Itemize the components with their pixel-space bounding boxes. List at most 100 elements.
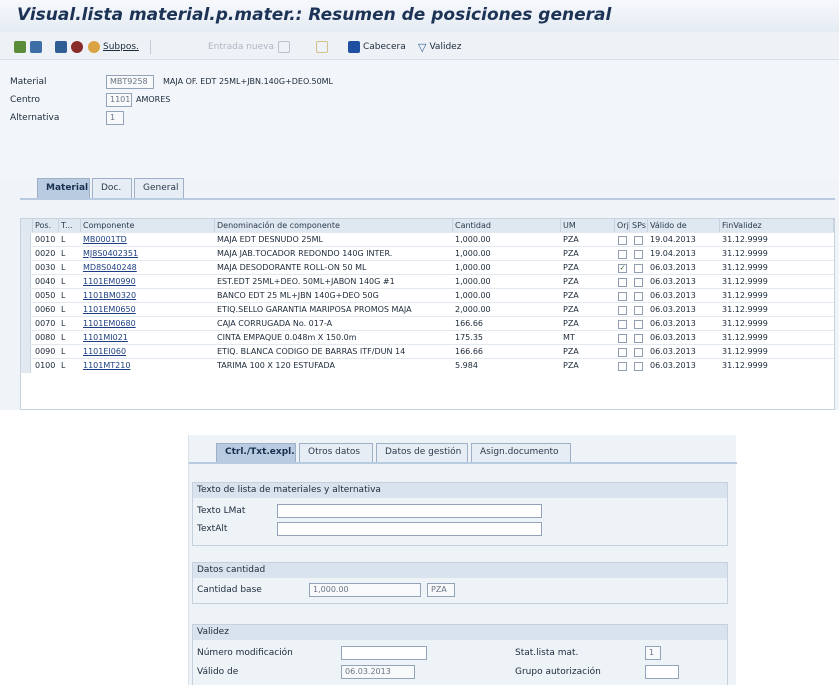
row-selector[interactable]	[21, 359, 31, 373]
sps-checkbox[interactable]	[634, 264, 643, 273]
sps-checkbox[interactable]	[634, 236, 643, 245]
material-field[interactable]: MBT9258	[106, 75, 154, 89]
sps-checkbox[interactable]	[634, 278, 643, 287]
cell-pos: 0090	[35, 347, 56, 356]
cell-component[interactable]: 1101BM0320	[81, 289, 215, 303]
cell-component[interactable]: 1101MI021	[81, 331, 215, 345]
table-row[interactable]: 0020 L MJ8S0402351 MAJA JAB.TOCADOR REDO…	[21, 246, 834, 261]
table-row[interactable]: 0060 L 1101EM0650 ETIQ.SELLO GARANTIA MA…	[21, 302, 834, 317]
cell-valid-to: 31.12.9999	[722, 291, 768, 300]
alternativa-field[interactable]: 1	[106, 111, 124, 125]
sps-checkbox[interactable]	[634, 306, 643, 315]
tab-ctrl-txt[interactable]: Ctrl./Txt.expl.	[216, 443, 296, 462]
row-selector[interactable]	[21, 275, 31, 289]
col-header-quantity[interactable]: Cantidad	[453, 219, 561, 232]
row-selector[interactable]	[21, 233, 31, 247]
table-row[interactable]: 0100 L 1101MT210 TARIMA 100 X 120 ESTUFA…	[21, 358, 834, 373]
row-selector[interactable]	[21, 261, 31, 275]
row-selector[interactable]	[21, 331, 31, 345]
row-selector[interactable]	[21, 303, 31, 317]
row-selector[interactable]	[21, 289, 31, 303]
table-row[interactable]: 0050 L 1101BM0320 BANCO EDT 25 ML+JBN 14…	[21, 288, 834, 303]
col-header-valid-to[interactable]: FinValidez	[720, 219, 834, 232]
centro-field[interactable]: 1101	[106, 93, 132, 107]
cell-valid-from: 06.03.2013	[650, 305, 696, 314]
orj-checkbox[interactable]: ✓	[618, 264, 627, 273]
textalt-input[interactable]	[277, 522, 542, 536]
col-header-um[interactable]: UM	[561, 219, 615, 232]
orj-checkbox[interactable]	[618, 278, 627, 287]
cant-base-field[interactable]: 1,000.00	[309, 583, 421, 597]
table-row[interactable]: 0080 L 1101MI021 CINTA EMPAQUE 0.048m X …	[21, 330, 834, 345]
sps-checkbox[interactable]	[634, 362, 643, 371]
valido-de-field[interactable]: 06.03.2013	[341, 665, 415, 679]
orj-checkbox[interactable]	[618, 348, 627, 357]
sps-checkbox[interactable]	[634, 348, 643, 357]
print-button[interactable]	[71, 40, 83, 54]
copy-button[interactable]	[278, 40, 290, 54]
list-view-button[interactable]	[30, 40, 42, 54]
num-mod-input[interactable]	[341, 646, 427, 660]
row-selector[interactable]	[21, 317, 31, 331]
tree-view-button[interactable]	[14, 40, 26, 54]
cell-quantity: 1,000.00	[455, 277, 491, 286]
grupo-autorizacion-input[interactable]	[645, 665, 679, 679]
sps-checkbox[interactable]	[634, 292, 643, 301]
tab-underline	[20, 198, 835, 200]
new-entry-button[interactable]: Entrada nueva	[208, 40, 274, 54]
sps-checkbox[interactable]	[634, 250, 643, 259]
sps-checkbox[interactable]	[634, 320, 643, 329]
cell-pos: 0020	[35, 249, 56, 258]
col-header-description[interactable]: Denominación de componente	[215, 219, 453, 232]
cell-type: L	[61, 361, 66, 370]
cell-component[interactable]: MD8S040248	[81, 261, 215, 275]
grid-button[interactable]	[55, 40, 67, 54]
cell-component[interactable]: 1101EM0990	[81, 275, 215, 289]
cell-quantity: 1,000.00	[455, 249, 491, 258]
tab-doc[interactable]: Doc.	[92, 178, 132, 198]
table-row[interactable]: 0030 L MD8S040248 MAJA DESODORANTE ROLL-…	[21, 260, 834, 275]
cell-component[interactable]: MB0001TD	[81, 233, 215, 247]
orj-checkbox[interactable]	[618, 250, 627, 259]
table-row[interactable]: 0090 L 1101EI060 ETIQ. BLANCA CODIGO DE …	[21, 344, 834, 359]
col-header-component[interactable]: Componente	[81, 219, 215, 232]
tab-material[interactable]: Material	[37, 178, 90, 198]
validez-button[interactable]: ▽ Validez	[418, 40, 461, 54]
cell-component[interactable]: 1101EI060	[81, 345, 215, 359]
sps-checkbox[interactable]	[634, 334, 643, 343]
cell-component[interactable]: 1101MT210	[81, 359, 215, 373]
cabecera-button[interactable]: Cabecera	[348, 40, 406, 54]
cell-component[interactable]: MJ8S0402351	[81, 247, 215, 261]
orj-checkbox[interactable]	[618, 334, 627, 343]
orj-checkbox[interactable]	[618, 362, 627, 371]
orj-checkbox[interactable]	[618, 306, 627, 315]
col-header-valid-from[interactable]: Válido de	[648, 219, 720, 232]
title-bar: Visual.lista material.p.mater.: Resumen …	[0, 0, 839, 32]
cell-um: PZA	[563, 361, 579, 370]
tab-datos-gestion[interactable]: Datos de gestión	[376, 443, 468, 462]
cant-base-um-field[interactable]: PZA	[427, 583, 455, 597]
orj-checkbox[interactable]	[618, 236, 627, 245]
delete-button[interactable]	[316, 40, 328, 54]
table-row[interactable]: 0070 L 1101EM0680 CAJA CORRUGADA No. 017…	[21, 316, 834, 331]
table-row[interactable]: 0040 L 1101EM0990 EST.EDT 25ML+DEO. 50ML…	[21, 274, 834, 289]
cell-valid-from: 06.03.2013	[650, 263, 696, 272]
cell-component[interactable]: 1101EM0680	[81, 317, 215, 331]
col-header-pos[interactable]: Pos.	[33, 219, 59, 232]
tab-asign-documento[interactable]: Asign.documento	[471, 443, 571, 462]
row-selector[interactable]	[21, 247, 31, 261]
select-all-header[interactable]	[21, 219, 33, 232]
orj-checkbox[interactable]	[618, 320, 627, 329]
tab-general[interactable]: General	[134, 178, 184, 198]
col-header-type[interactable]: T...	[59, 219, 81, 232]
texto-lmat-input[interactable]	[277, 504, 542, 518]
orj-checkbox[interactable]	[618, 292, 627, 301]
row-selector[interactable]	[21, 345, 31, 359]
col-header-orj[interactable]: Orj	[615, 219, 630, 232]
cell-component[interactable]: 1101EM0650	[81, 303, 215, 317]
stat-lista-field[interactable]: 1	[645, 646, 661, 660]
col-header-sps[interactable]: SPs	[630, 219, 648, 232]
subpos-button[interactable]: Subpos.	[88, 40, 139, 54]
table-row[interactable]: 0010 L MB0001TD MAJA EDT DESNUDO 25ML 1,…	[21, 232, 834, 247]
tab-otros-datos[interactable]: Otros datos	[299, 443, 373, 462]
